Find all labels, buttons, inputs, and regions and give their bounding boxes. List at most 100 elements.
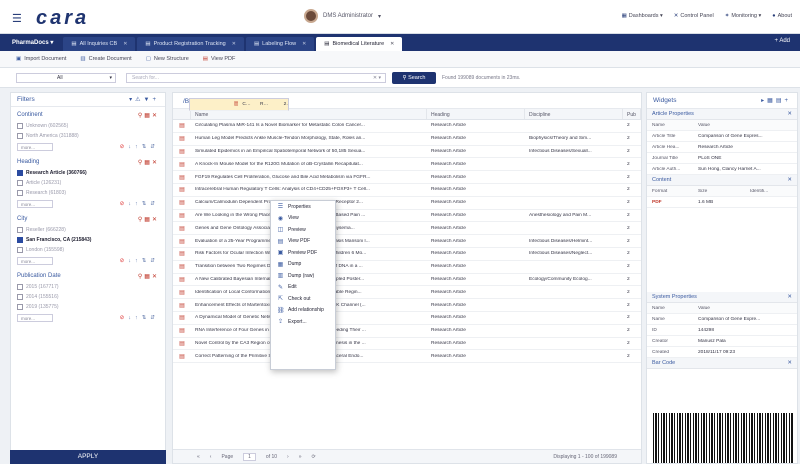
context-menu-item[interactable]: ✎ Edit	[271, 282, 335, 294]
first-page-icon[interactable]: «	[197, 454, 200, 460]
filter-option[interactable]: San Francisco, CA (215843)	[17, 235, 159, 245]
more-select[interactable]: more...	[17, 257, 53, 265]
content-section[interactable]: Content ✕	[647, 175, 797, 186]
clear-icon[interactable]: ✕ ▾	[373, 74, 381, 83]
new-structure-button[interactable]: ▢ New Structure	[146, 56, 189, 62]
close-icon[interactable]: ✕	[787, 177, 792, 183]
widget-tools-icon[interactable]: ▸▦▤+	[761, 97, 791, 104]
widget-row[interactable]: Article Hea... Research Article	[647, 142, 797, 153]
context-menu-item[interactable]: ◫ Preview	[271, 224, 335, 236]
article-properties-section[interactable]: Article Properties ✕	[647, 109, 797, 120]
checkbox[interactable]	[17, 180, 23, 186]
bar-code-section[interactable]: Bar Code ✕	[647, 358, 797, 369]
filter-option[interactable]: 2015 (167717)	[17, 282, 159, 292]
filter-operators-icon[interactable]: ⊘↓↑⇅⇵	[120, 144, 159, 150]
widget-row[interactable]: Created 2018/11/17 09:23	[647, 347, 797, 358]
next-page-icon[interactable]: ›	[287, 454, 289, 460]
add-button[interactable]: + Add	[774, 38, 790, 44]
filter-option[interactable]: Article (126231)	[17, 178, 159, 188]
apply-button[interactable]: APPLY	[10, 450, 166, 464]
filter-section-title[interactable]: Heading ⚲▦✕	[17, 157, 159, 168]
close-icon[interactable]: ✕	[787, 360, 792, 366]
filter-operators-icon[interactable]: ⊘↓↑⇅⇵	[120, 258, 159, 264]
checkbox[interactable]	[17, 247, 23, 253]
column-header-pub[interactable]: Pub	[623, 109, 641, 119]
checkbox[interactable]	[17, 304, 23, 310]
close-icon[interactable]: ✕	[787, 111, 792, 117]
column-header-discipline[interactable]: Discipline	[525, 109, 623, 119]
table-row[interactable]: ▤RNA Interference of Four Genes in Adult…	[173, 325, 641, 338]
filter-operators-icon[interactable]: ⊘↓↑⇅⇵	[120, 201, 159, 207]
last-page-icon[interactable]: »	[299, 454, 302, 460]
close-icon[interactable]: ✕	[302, 41, 306, 47]
table-row[interactable]: ▤ FGF19 Regulates Cell Proliferation, Glu…	[173, 171, 641, 184]
checkbox[interactable]	[17, 123, 23, 129]
context-menu-item[interactable]: ▥ Dump (raw)	[271, 270, 335, 282]
checkbox[interactable]	[17, 284, 23, 290]
more-select[interactable]: more...	[17, 200, 53, 208]
tab-labeling-flow[interactable]: ▤ Labeling Flow ✕	[245, 37, 315, 51]
table-row[interactable]: ▤Risk Factors for Ocular Infection With …	[173, 248, 641, 261]
search-input[interactable]: Search for... ✕ ▾	[126, 73, 386, 83]
refresh-icon[interactable]: ⟳	[312, 454, 316, 460]
more-select[interactable]: more...	[17, 143, 53, 151]
filter-section-tools-icon[interactable]: ⚲▦✕	[138, 273, 159, 280]
filter-option[interactable]: North America (311888)	[17, 131, 159, 141]
table-row[interactable]: ▤ Simulated Epidemics in an Empirical Spa…	[173, 146, 641, 159]
filter-section-tools-icon[interactable]: ⚲▦✕	[138, 112, 159, 119]
filter-option[interactable]: Reseller (666228)	[17, 225, 159, 235]
table-row[interactable]: ▤ A Dynamical Model of Genetic Networks f…	[173, 312, 641, 325]
table-row[interactable]: ▤ A Knock-In Mouse Model for the R120G Mu…	[173, 158, 641, 172]
close-icon[interactable]: ✕	[390, 41, 394, 47]
table-row[interactable]: ▤Novel Control by the CA3 Region of the …	[173, 338, 641, 351]
filter-section-title[interactable]: City ⚲▦✕	[17, 214, 159, 225]
filter-section-tools-icon[interactable]: ⚲▦✕	[138, 159, 159, 166]
table-row[interactable]: ▤Correct Patterning of the Primitive Str…	[173, 350, 641, 364]
table-row[interactable]: ▤Transition between Two Regimes Describi…	[173, 261, 641, 274]
filter-section-title[interactable]: Continent ⚲▦✕	[17, 110, 159, 121]
context-menu-item[interactable]: ⇱ Check out	[271, 293, 335, 305]
checkbox[interactable]	[17, 170, 23, 176]
about-link[interactable]: ● About	[772, 13, 792, 19]
context-menu-item[interactable]: ◉ View	[271, 213, 335, 225]
close-icon[interactable]: ✕	[787, 294, 792, 300]
monitoring-link[interactable]: ✶ Monitoring ▾	[725, 13, 762, 19]
search-button[interactable]: ⚲ Search	[392, 72, 436, 84]
filter-option[interactable]: 2019 (135775)	[17, 302, 159, 312]
context-menu-item[interactable]: ▦ Dump	[271, 259, 335, 271]
widget-row[interactable]: Article Title Comparison of Gene Expres..…	[647, 131, 797, 142]
table-row[interactable]: ▤ Circulating Plasma MiR-141 Is a Novel B…	[173, 120, 641, 133]
widget-row[interactable]: ID 144298	[647, 325, 797, 336]
view-pdf-button[interactable]: ▤ View PDF	[203, 56, 236, 62]
table-row[interactable]: ▤Enhancement Effects of Martentoxin on G…	[173, 299, 641, 312]
user-menu[interactable]: DMS Administrator ▾	[304, 9, 381, 23]
page-input[interactable]: 1	[243, 452, 256, 461]
column-header-heading[interactable]: Heading	[427, 109, 525, 119]
checkbox[interactable]	[17, 237, 23, 243]
checkbox[interactable]	[17, 133, 23, 139]
table-row[interactable]: ▤ Comparison of Gene Expression Profiles …	[189, 98, 289, 111]
create-document-button[interactable]: ▥ Create Document	[80, 56, 131, 62]
widget-row[interactable]: Name Comparison of Gene Expre...	[647, 314, 797, 325]
table-row[interactable]: ▤ Identification of Local Conformational …	[173, 286, 641, 300]
import-document-button[interactable]: ▣ Import Document	[16, 56, 66, 62]
context-menu-item[interactable]: ⇪ Export...	[271, 316, 335, 328]
context-menu-item[interactable]: ▣ Preview PDF	[271, 247, 335, 259]
repository-selector[interactable]: PharmaDocs ▾	[12, 39, 53, 46]
more-select[interactable]: more...	[17, 314, 53, 322]
widget-row[interactable]: PDF 1.6 MB	[647, 197, 797, 208]
widget-row[interactable]: Article Auth... Sun Hong, Clancy Harriet …	[647, 164, 797, 175]
context-menu-item[interactable]: ⛓ Add relationship	[271, 305, 335, 317]
filter-section-title[interactable]: Publication Date ⚲▦✕	[17, 271, 159, 282]
filter-option[interactable]: London (155598)	[17, 245, 159, 255]
search-scope-select[interactable]: All ▾	[16, 73, 116, 83]
context-menu-item[interactable]: ☰ Properties	[271, 201, 335, 213]
filter-section-tools-icon[interactable]: ⚲▦✕	[138, 216, 159, 223]
table-row[interactable]: ▤A New Calibrated Bayesian Internal Good…	[173, 274, 641, 287]
tab-product-registration[interactable]: ▤ Product Registration Tracking ✕	[137, 37, 244, 51]
checkbox[interactable]	[17, 227, 23, 233]
filter-option[interactable]: Research Article (360766)	[17, 168, 159, 178]
context-menu-item[interactable]: ▤ View PDF	[271, 236, 335, 248]
prev-page-icon[interactable]: ‹	[210, 454, 212, 460]
widget-row[interactable]: Journal Title PLoS ONE	[647, 153, 797, 164]
